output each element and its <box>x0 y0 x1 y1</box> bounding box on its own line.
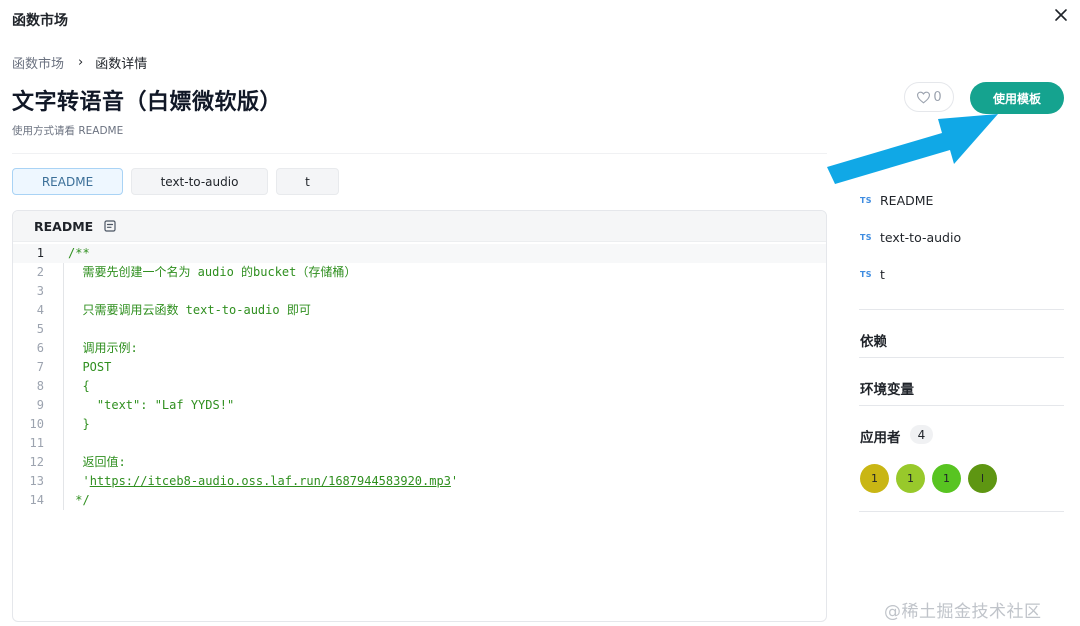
line-number: 6 <box>36 341 44 355</box>
line-number: 3 <box>36 284 44 298</box>
sidebar-divider <box>859 405 1064 406</box>
users-heading: 应用者 <box>860 430 901 446</box>
tab-readme[interactable]: README <box>12 168 123 195</box>
line-number: 2 <box>36 265 44 279</box>
file-name: text-to-audio <box>880 229 962 245</box>
line-number: 10 <box>29 417 44 431</box>
sidebar-file-readme[interactable]: TS README <box>860 190 1060 210</box>
code-line: 7 POST <box>13 358 826 377</box>
code-line: 6 调用示例: <box>13 339 826 358</box>
code-line: 9 "text": "Laf YYDS!" <box>13 396 826 415</box>
watermark: @稀土掘金技术社区 <box>884 602 1042 622</box>
env-variables-heading: 环境变量 <box>860 382 914 398</box>
line-number: 1 <box>36 246 44 260</box>
dependencies-heading: 依赖 <box>860 334 887 350</box>
code-line: 1 /** <box>13 244 826 263</box>
line-number: 9 <box>36 398 44 412</box>
tab-text-to-audio[interactable]: text-to-audio <box>131 168 268 195</box>
typescript-icon: TS <box>860 195 872 205</box>
code-text: 返回值: <box>68 455 126 469</box>
typescript-icon: TS <box>860 269 872 279</box>
sidebar-file-t[interactable]: TS t <box>860 264 1060 284</box>
code-text: { <box>68 379 90 393</box>
code-line: 8 { <box>13 377 826 396</box>
code-editor[interactable]: README 1 /** 2 需要先创建一个名为 audio 的bucket（存储桶… <box>12 210 827 622</box>
avatar[interactable]: l <box>968 464 997 493</box>
page-subtitle: 使用方式请看 README <box>12 125 124 137</box>
annotation-arrow-icon <box>827 114 998 184</box>
code-text: 需要先创建一个名为 audio 的bucket（存储桶） <box>68 265 357 279</box>
line-number: 4 <box>36 303 44 317</box>
code-line: 2 需要先创建一个名为 audio 的bucket（存储桶） <box>13 263 826 282</box>
editor-header: README <box>13 211 826 242</box>
code-text: POST <box>68 360 112 374</box>
code-line: 14 */ <box>13 491 826 510</box>
users-count-badge: 4 <box>910 425 933 444</box>
code-text: 只需要调用云函数 text-to-audio 即可 <box>68 303 311 317</box>
code-text: 'https://itceb8-audio.oss.laf.run/168794… <box>68 474 459 488</box>
line-number: 12 <box>29 455 44 469</box>
line-number: 5 <box>36 322 44 336</box>
page-title: 文字转语音（白嫖微软版） <box>12 90 283 115</box>
sidebar-divider <box>859 357 1064 358</box>
line-number: 13 <box>29 474 44 488</box>
code-text: "text": "Laf YYDS!" <box>68 398 235 412</box>
code-text: 调用示例: <box>68 341 138 355</box>
line-number: 8 <box>36 379 44 393</box>
sidebar-file-text-to-audio[interactable]: TS text-to-audio <box>860 227 1060 247</box>
close-button[interactable] <box>1048 2 1074 28</box>
breadcrumb-market-link[interactable]: 函数市场 <box>12 53 64 72</box>
code-line: 11 <box>13 434 826 453</box>
typescript-icon: TS <box>860 232 872 242</box>
code-text: /** <box>68 246 90 260</box>
file-name: t <box>880 266 885 282</box>
file-tabs: README text-to-audio t <box>12 168 339 195</box>
file-name: README <box>880 192 934 208</box>
code-line: 5 <box>13 320 826 339</box>
code-text: */ <box>68 493 90 507</box>
line-number: 11 <box>29 436 44 450</box>
sidebar-divider <box>859 309 1064 310</box>
line-number: 14 <box>29 493 44 507</box>
code-url-link[interactable]: https://itceb8-audio.oss.laf.run/1687944… <box>90 474 451 488</box>
line-number: 7 <box>36 360 44 374</box>
editor-file-label: README <box>34 218 94 234</box>
breadcrumb-current: 函数详情 <box>95 57 148 72</box>
tab-t[interactable]: t <box>276 168 339 195</box>
header-divider <box>12 153 827 154</box>
sidebar-divider <box>859 511 1064 512</box>
close-icon <box>1055 9 1067 21</box>
breadcrumb-separator-icon: › <box>78 55 84 70</box>
code-line: 12 返回值: <box>13 453 826 472</box>
modal-title: 函数市场 <box>12 13 68 29</box>
avatar[interactable]: 1 <box>932 464 961 493</box>
code-line: 3 <box>13 282 826 301</box>
code-line: 4 只需要调用云函数 text-to-audio 即可 <box>13 301 826 320</box>
like-count: 0 <box>933 89 942 105</box>
code-line: 13 'https://itceb8-audio.oss.laf.run/168… <box>13 472 826 491</box>
avatar[interactable]: 1 <box>860 464 889 493</box>
breadcrumb: 函数市场 › 函数详情 <box>12 53 147 72</box>
heart-icon <box>917 91 931 104</box>
code-line: 10 } <box>13 415 826 434</box>
code-text: } <box>68 417 90 431</box>
document-icon <box>104 220 116 232</box>
avatar[interactable]: 1 <box>896 464 925 493</box>
